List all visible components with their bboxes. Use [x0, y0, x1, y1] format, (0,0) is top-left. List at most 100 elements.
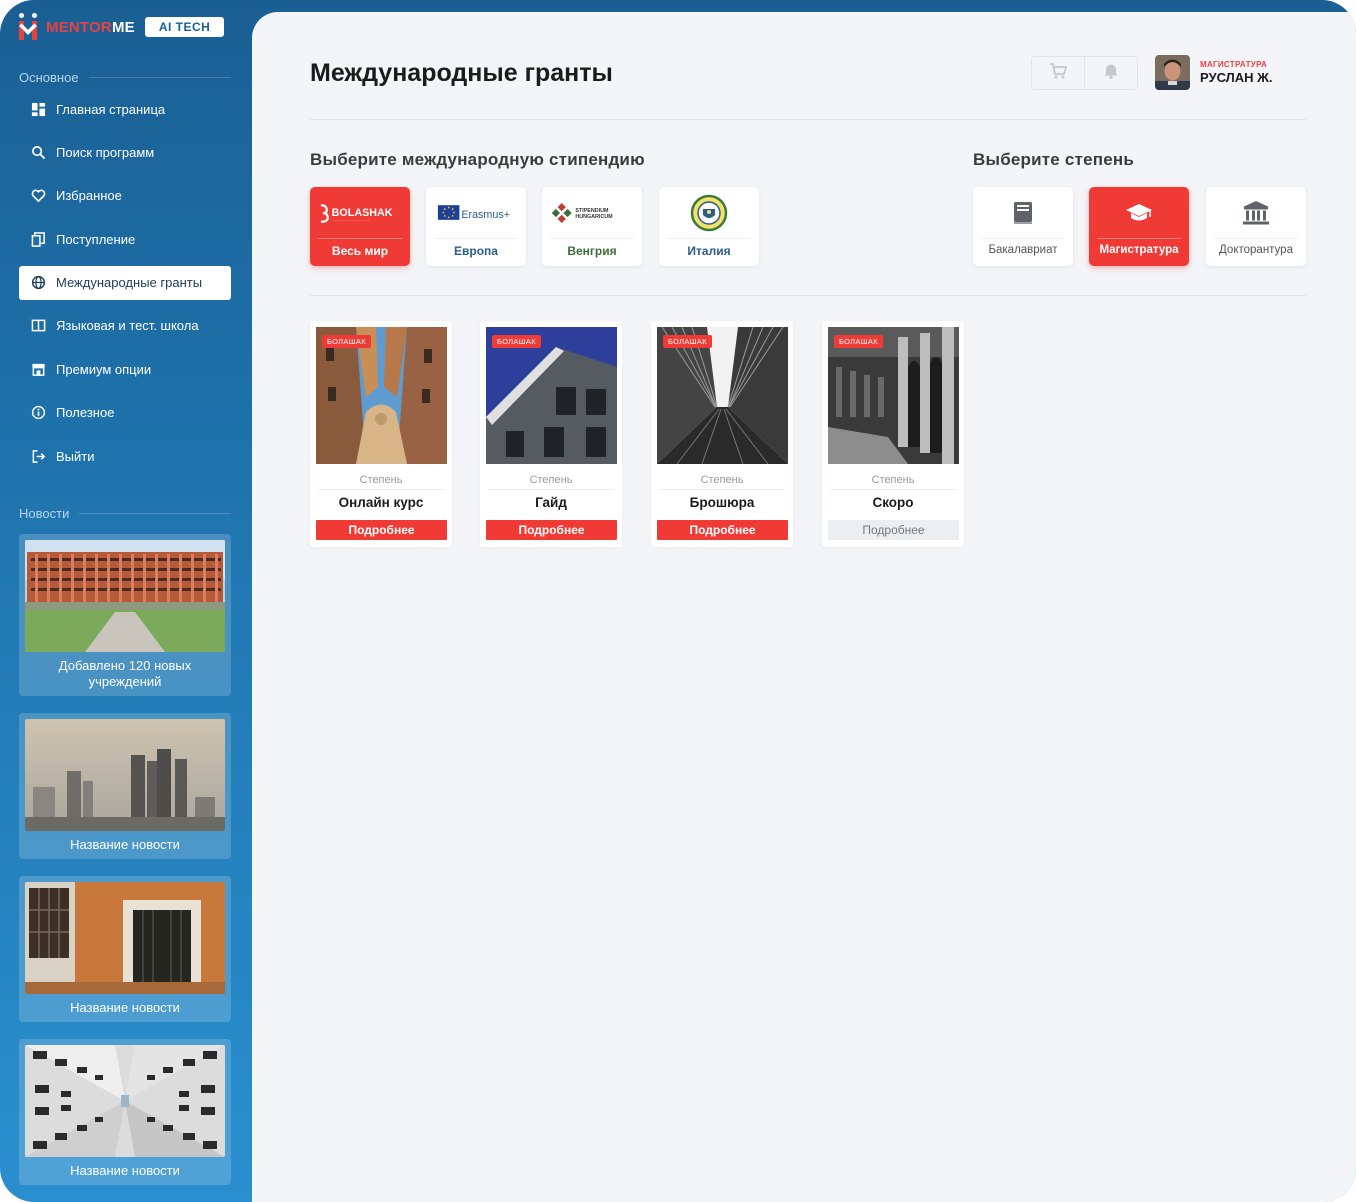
brand-name-part1: MENTOR	[46, 18, 112, 36]
news-card[interactable]: Добавлено 120 новых учреждений	[19, 534, 231, 696]
degree-tile-doctorate[interactable]: Докторантура	[1206, 187, 1306, 266]
notifications-button[interactable]	[1084, 57, 1137, 89]
church-facade-photo: БОЛАШАК	[316, 327, 447, 464]
card-degree-label: Степень	[529, 474, 573, 486]
book-icon	[981, 187, 1065, 239]
brand-logo[interactable]: MENTORME AI TECH	[18, 12, 225, 42]
italy-emblem-logo	[667, 187, 751, 239]
sidebar-item-label: Языковая и тест. школа	[56, 318, 199, 334]
news-card[interactable]: Название новости	[19, 876, 231, 1022]
program-card: БОЛАШАК Степень Скоро Подробнее	[822, 321, 964, 547]
logo-mark-icon	[18, 13, 40, 41]
degree-tile-master[interactable]: Магистратура	[1089, 187, 1189, 266]
brand-badge: AI TECH	[144, 17, 225, 37]
svg-text:Erasmus+: Erasmus+	[461, 208, 510, 220]
card-degree-label: Степень	[359, 474, 403, 486]
sidebar-item-home[interactable]: Главная страница	[19, 92, 231, 126]
dashboard-icon	[30, 101, 46, 117]
more-button[interactable]: Подробнее	[486, 520, 617, 540]
globe-icon	[30, 275, 46, 291]
sidebar-item-label: Премиум опции	[56, 361, 152, 377]
modern-building-photo: БОЛАШАК	[486, 327, 617, 464]
institution-icon	[1214, 187, 1298, 239]
logout-icon	[30, 448, 46, 464]
campus-building-photo	[25, 540, 225, 652]
cloister-arches-photo: БОЛАШАК	[828, 327, 959, 464]
card-degree-label: Степень	[700, 474, 744, 486]
card-divider	[488, 489, 614, 490]
section-divider	[310, 295, 1306, 296]
card-degree-label: Степень	[871, 474, 915, 486]
sidebar-item-useful[interactable]: Полезное	[19, 396, 231, 430]
card-tag: БОЛАШАК	[492, 335, 541, 348]
brand-name: MENTORME	[46, 19, 135, 36]
scholarship-tile-italy[interactable]: Италия	[659, 187, 759, 266]
scholarship-section-title: Выберите международную стипендию	[310, 150, 645, 169]
scholarship-tile-erasmus[interactable]: Erasmus+ Европа	[426, 187, 526, 266]
news-caption: Название новости	[70, 1163, 180, 1178]
section-label-main: Основное	[19, 70, 231, 85]
skyscrapers-photo	[25, 719, 225, 831]
avatar[interactable]	[1155, 55, 1190, 90]
card-title: Скоро	[872, 495, 914, 510]
erasmus-logo: Erasmus+	[434, 187, 518, 239]
tile-label: Магистратура	[1099, 244, 1179, 256]
tile-label: Весь мир	[331, 244, 389, 258]
sidebar-item-label: Поступление	[56, 231, 136, 247]
card-title: Онлайн курс	[338, 495, 424, 510]
program-card: БОЛАШАК Степень Онлайн курс Подробнее	[310, 321, 452, 547]
sidebar-item-language-school[interactable]: Языковая и тест. школа	[19, 309, 231, 343]
card-tag: БОЛАШАК	[663, 335, 712, 348]
cart-button[interactable]	[1032, 57, 1084, 89]
bell-icon	[1103, 62, 1119, 84]
more-button[interactable]: Подробнее	[828, 520, 959, 540]
store-icon	[30, 361, 46, 377]
card-tag: БОЛАШАК	[834, 335, 883, 348]
more-button[interactable]: Подробнее	[657, 520, 788, 540]
card-title: Гайд	[535, 495, 567, 510]
sidebar-item-favorites[interactable]: Избранное	[19, 179, 231, 213]
card-divider	[659, 489, 785, 490]
tile-label: Венгрия	[567, 244, 617, 258]
tile-label: Европа	[454, 244, 498, 258]
news-caption: Название новости	[70, 1000, 180, 1015]
sidebar-item-international-grants[interactable]: Международные гранты	[19, 265, 231, 300]
documents-icon	[30, 231, 46, 247]
card-title: Брошюра	[689, 495, 755, 510]
page-title: Международные гранты	[310, 59, 613, 87]
brand-name-part2: ME	[111, 18, 135, 36]
svg-text:HUNGARICUM: HUNGARICUM	[575, 213, 613, 219]
program-card: БОЛАШАК Степень Гайд Подробнее	[480, 321, 622, 547]
news-caption: Название новости	[70, 837, 180, 852]
app-window: MENTORME AI TECH Основное Главная страни…	[0, 0, 1356, 1202]
header-divider	[310, 119, 1306, 120]
card-divider	[318, 489, 444, 490]
bolashak-logo: BOLASHAK ·······························…	[318, 187, 402, 239]
header-actions	[1031, 56, 1138, 90]
scholarship-tile-hungary[interactable]: STIPENDIUM HUNGARICUM Венгрия	[542, 187, 642, 266]
sidebar-item-logout[interactable]: Выйти	[19, 439, 231, 473]
graduation-cap-icon	[1097, 187, 1181, 239]
section-label-news: Новости	[19, 506, 231, 521]
info-icon	[30, 405, 46, 421]
degree-tile-bachelor[interactable]: Бакалавриат	[973, 187, 1073, 266]
sidebar: MENTORME AI TECH Основное Главная страни…	[0, 0, 252, 1202]
news-card[interactable]: Название новости	[19, 1039, 231, 1185]
orange-wall-door-photo	[25, 882, 225, 994]
sidebar-item-label: Поиск программ	[56, 144, 155, 160]
sidebar-item-label: Международные гранты	[56, 275, 203, 291]
sidebar-item-premium[interactable]: Премиум опции	[19, 352, 231, 386]
news-card[interactable]: Название новости	[19, 713, 231, 859]
scholarship-tile-bolashak[interactable]: BOLASHAK ·······························…	[310, 187, 410, 266]
more-button[interactable]: Подробнее	[316, 520, 447, 540]
sidebar-item-search[interactable]: Поиск программ	[19, 135, 231, 169]
stipendium-hungaricum-logo: STIPENDIUM HUNGARICUM	[550, 187, 634, 239]
tile-label: Италия	[687, 244, 731, 258]
book-open-icon	[30, 318, 46, 334]
card-tag: БОЛАШАК	[322, 335, 371, 348]
sidebar-item-admission[interactable]: Поступление	[19, 222, 231, 256]
sidebar-item-label: Выйти	[56, 448, 95, 464]
tile-label: Бакалавриат	[988, 244, 1058, 256]
sidebar-item-label: Избранное	[56, 188, 122, 204]
building-facade-photo	[25, 1045, 225, 1157]
